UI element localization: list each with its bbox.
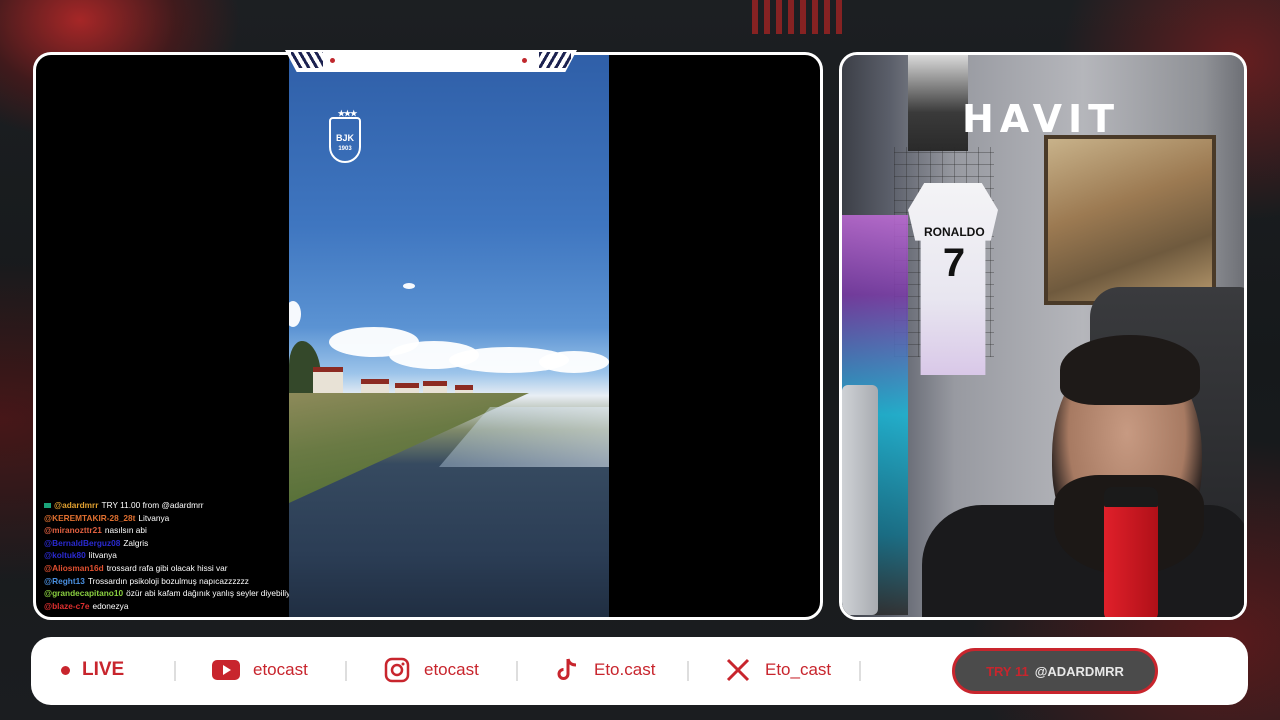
- social-youtube[interactable]: etocast: [212, 656, 308, 684]
- decorative-stripes: [752, 0, 848, 34]
- chat-text: trossard rafa gibi olacak hissi var: [106, 562, 228, 573]
- chat-username: @blaze-c7e: [44, 600, 90, 611]
- donation-user: @ADARDMRR: [1034, 663, 1124, 679]
- chat-message: @grandecapitano10 özür abi kafam dağınık …: [44, 587, 289, 600]
- video-feed: ★★★ BJK 1903: [289, 55, 609, 617]
- jersey-number: 7: [942, 241, 966, 285]
- jersey-name: RONALDO: [924, 225, 985, 239]
- frame-tab: [285, 50, 577, 72]
- tiktok-handle: Eto.cast: [594, 660, 656, 679]
- chat-username: @KEREMTAKIR-28_28t: [44, 512, 136, 523]
- instagram-icon: [383, 656, 411, 684]
- chat-text: edonezya: [92, 600, 129, 611]
- chat-message: @koltuk80 litvanya: [44, 549, 289, 562]
- separator: [687, 661, 689, 681]
- donation-alert: TRY 11 @ADARDMRR: [952, 648, 1158, 694]
- main-video-frame: ★★★ BJK 1903 @adardmrr TRY 11.00 from @ad…: [33, 52, 823, 620]
- separator: [859, 661, 861, 681]
- social-x[interactable]: Eto_cast: [724, 656, 831, 684]
- portrait-poster: [908, 55, 968, 151]
- houses: [309, 363, 529, 397]
- chat-text: nasılsın abi: [104, 525, 147, 536]
- youtube-icon: [212, 656, 240, 684]
- live-label: LIVE: [82, 659, 125, 680]
- tower-fan: [842, 385, 878, 615]
- club-logo: ★★★ BJK 1903: [329, 109, 361, 163]
- live-dot-icon: [61, 665, 70, 675]
- chat-text: Zalgris: [123, 537, 149, 548]
- chat-message: @adardmrr TRY 11.00 from @adardmrr: [44, 499, 289, 512]
- house: [313, 367, 343, 397]
- chat-username: @koltuk80: [44, 550, 86, 561]
- chat-badge-icon: [44, 503, 51, 509]
- chat-username: @adardmrr: [54, 500, 99, 510]
- cloud: [403, 283, 415, 289]
- chat-username: @BernaldBerguz08: [44, 537, 121, 548]
- x-icon: [724, 656, 752, 684]
- x-handle: Eto_cast: [765, 660, 832, 679]
- social-tiktok[interactable]: Eto.cast: [553, 656, 655, 684]
- chat-username: @miranozttr21: [44, 525, 102, 536]
- social-instagram[interactable]: etocast: [383, 656, 479, 684]
- webcam-frame: RONALDO 7 HAVIT: [839, 52, 1247, 620]
- chat-text: özür abi kafam dağınık yanlış seyler diy…: [126, 588, 289, 599]
- chat-username: @Aliosman16d: [44, 562, 104, 573]
- chat-message: @blaze-c7e edonezya: [44, 600, 289, 613]
- tab-dot: [522, 58, 527, 63]
- chat-username: @Reght13: [44, 575, 85, 586]
- microphone-top: [1104, 487, 1158, 507]
- tab-stripes-right: [539, 52, 571, 68]
- chat-overlay: @adardmrr TRY 11.00 from @adardmrr @KEREMT…: [44, 499, 289, 612]
- painting: [1044, 135, 1216, 305]
- bottom-bar: LIVE etocast etocast Eto.cast Eto_cast T…: [31, 637, 1248, 705]
- separator: [516, 661, 518, 681]
- cloud: [539, 351, 609, 373]
- tab-stripes-left: [291, 52, 323, 68]
- instagram-handle: etocast: [424, 660, 479, 679]
- separator: [174, 661, 176, 681]
- chat-message: @KEREMTAKIR-28_28t Litvanya: [44, 512, 289, 525]
- chat-text: TRY 11.00 from @adardmrr: [101, 500, 204, 510]
- chat-message: @BernaldBerguz08 Zalgris: [44, 537, 289, 550]
- club-stars-icon: ★★★: [337, 109, 358, 118]
- havit-logo: HAVIT: [962, 97, 1121, 141]
- microphone: [1104, 491, 1158, 617]
- tiktok-icon: [553, 656, 581, 684]
- chat-text: litvanya: [88, 550, 117, 561]
- tab-dot: [330, 58, 335, 63]
- chat-message: @miranozttr21 nasılsın abi: [44, 524, 289, 537]
- chat-text: Litvanya: [138, 512, 170, 523]
- chat-message: @Reght13 Trossardın psikoloji bozulmuş na…: [44, 575, 289, 588]
- cloud: [289, 301, 301, 327]
- club-logo-year: 1903: [338, 146, 352, 152]
- chat-username: @grandecapitano10: [44, 588, 124, 599]
- youtube-handle: etocast: [253, 660, 308, 679]
- chat-message: @Aliosman16d trossard rafa gibi olacak hi…: [44, 562, 289, 575]
- chat-text: Trossardın psikoloji bozulmuş napıcazzzz…: [87, 575, 249, 586]
- streamer-hair: [1060, 335, 1200, 405]
- donation-amount: TRY 11: [986, 663, 1029, 679]
- club-logo-text: BJK: [335, 133, 354, 143]
- separator: [345, 661, 347, 681]
- live-indicator: LIVE: [61, 659, 124, 681]
